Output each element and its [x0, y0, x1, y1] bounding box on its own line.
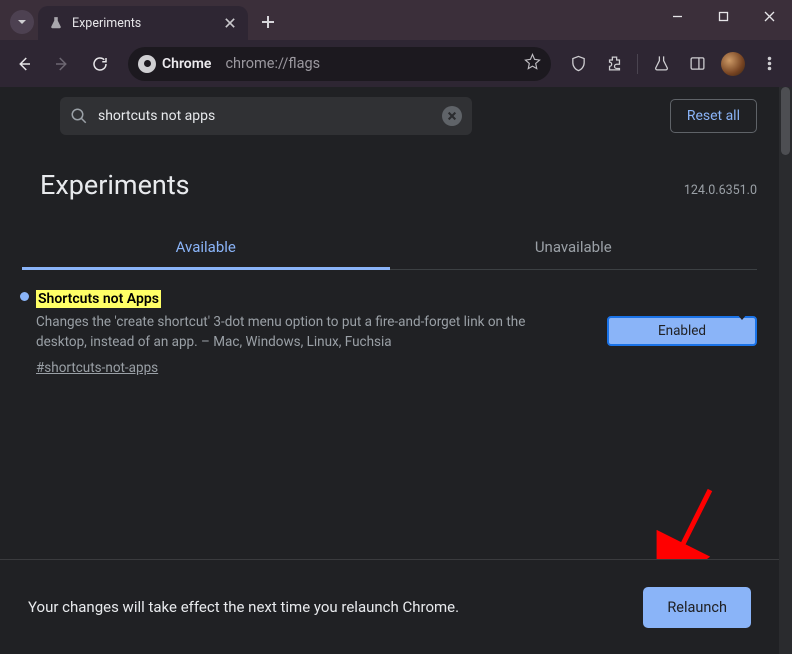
relaunch-button[interactable]: Relaunch — [643, 587, 751, 628]
extensions-icon[interactable] — [599, 49, 629, 79]
labs-icon[interactable] — [646, 49, 676, 79]
modified-dot-icon — [20, 292, 29, 301]
page-title: Experiments — [40, 169, 190, 201]
flask-icon — [48, 15, 64, 31]
toolbar-separator — [637, 54, 638, 74]
profile-avatar[interactable] — [718, 49, 748, 79]
tab-search-button[interactable] — [10, 10, 34, 34]
heading-row: Experiments 124.0.6351.0 — [22, 153, 757, 205]
minimize-button[interactable] — [654, 0, 700, 32]
url-text: chrome://flags — [225, 55, 320, 72]
flag-item: Shortcuts not Apps Changes the 'create s… — [22, 270, 757, 376]
search-row: Reset all — [22, 97, 757, 153]
menu-button[interactable] — [754, 49, 784, 79]
side-panel-icon[interactable] — [682, 49, 712, 79]
tab-title: Experiments — [72, 16, 222, 31]
reset-all-button[interactable]: Reset all — [670, 99, 757, 133]
search-input[interactable] — [98, 108, 442, 124]
forward-button[interactable] — [46, 48, 78, 80]
window-controls — [654, 0, 792, 32]
shield-icon[interactable] — [563, 49, 593, 79]
scrollbar[interactable] — [779, 87, 792, 654]
scrollbar-thumb[interactable] — [781, 87, 790, 155]
page-content: Reset all Experiments 124.0.6351.0 Avail… — [0, 87, 792, 654]
maximize-button[interactable] — [700, 0, 746, 32]
bookmark-button[interactable] — [524, 53, 541, 74]
site-chip-label: Chrome — [162, 56, 211, 72]
relaunch-message: Your changes will take effect the next t… — [28, 598, 459, 616]
address-bar[interactable]: Chrome chrome://flags — [128, 47, 551, 81]
relaunch-bar: Your changes will take effect the next t… — [0, 559, 779, 654]
flag-state-select[interactable]: Enabled — [607, 316, 757, 346]
tab-available[interactable]: Available — [22, 225, 390, 269]
search-icon — [70, 107, 88, 125]
flag-anchor-link[interactable]: #shortcuts-not-apps — [36, 360, 158, 376]
reload-button[interactable] — [84, 48, 116, 80]
flag-title: Shortcuts not Apps — [36, 290, 161, 308]
back-button[interactable] — [8, 48, 40, 80]
flag-description: Changes the 'create shortcut' 3-dot menu… — [36, 313, 536, 352]
titlebar: Experiments — [0, 0, 792, 40]
clear-search-button[interactable] — [442, 106, 462, 126]
tab-unavailable[interactable]: Unavailable — [390, 225, 758, 269]
chrome-icon — [138, 55, 156, 73]
tab-strip: Available Unavailable — [22, 225, 757, 270]
version-label: 124.0.6351.0 — [684, 183, 757, 198]
search-box[interactable] — [60, 97, 472, 135]
tab-close-button[interactable] — [222, 15, 238, 31]
site-chip[interactable]: Chrome — [134, 52, 219, 76]
browser-tab[interactable]: Experiments — [38, 6, 248, 40]
new-tab-button[interactable] — [254, 8, 282, 36]
close-window-button[interactable] — [746, 0, 792, 32]
browser-toolbar: Chrome chrome://flags — [0, 40, 792, 87]
